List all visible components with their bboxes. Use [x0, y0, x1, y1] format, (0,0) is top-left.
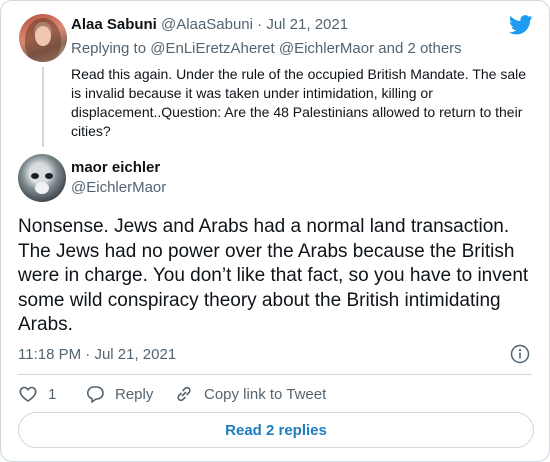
avatar-snout-shape — [35, 182, 49, 194]
replying-to-line: Replying to @EnLiEretzAheret @EichlerMao… — [71, 40, 462, 57]
like-button[interactable]: 1 — [18, 384, 56, 404]
parent-author-avatar[interactable] — [19, 14, 67, 62]
avatar-eye-shape — [31, 173, 39, 179]
main-author-avatar[interactable] — [18, 154, 66, 202]
tweet-time: 11:18 PM — [18, 346, 82, 363]
action-divider — [18, 374, 532, 375]
tweet-date: Jul 21, 2021 — [94, 346, 177, 363]
speech-bubble-icon — [86, 386, 104, 403]
main-author-name[interactable]: maor eichler — [71, 159, 160, 176]
main-tweet-text: Nonsense. Jews and Arabs had a normal la… — [18, 216, 529, 335]
parent-tweet-header: Alaa Sabuni @AlaaSabuni · Jul 21, 2021 — [71, 16, 348, 33]
thread-connector-line — [42, 67, 44, 147]
replying-to-users[interactable]: @EnLiEretzAheret @EichlerMaor and 2 othe… — [150, 40, 461, 57]
copy-link-label: Copy link to Tweet — [204, 385, 327, 403]
parent-tweet-date[interactable]: Jul 21, 2021 — [266, 16, 348, 33]
tweet-embed-card: Alaa Sabuni @AlaaSabuni · Jul 21, 2021 R… — [0, 0, 550, 462]
timestamp-separator: · — [85, 346, 91, 363]
parent-author-handle[interactable]: @AlaaSabuni — [161, 16, 253, 33]
like-count: 1 — [48, 385, 57, 403]
reply-label: Reply — [115, 385, 154, 403]
info-icon[interactable] — [510, 344, 530, 364]
header-separator: · — [257, 16, 263, 33]
tweet-timestamp[interactable]: 11:18 PM · Jul 21, 2021 — [18, 346, 176, 363]
read-replies-button[interactable]: Read 2 replies — [18, 412, 534, 448]
avatar-eye-shape — [45, 173, 53, 179]
twitter-bird-icon[interactable] — [509, 15, 533, 35]
link-icon — [177, 386, 191, 402]
reply-button[interactable]: Reply — [85, 384, 153, 404]
parent-author-name[interactable]: Alaa Sabuni — [71, 16, 157, 33]
copy-link-button[interactable]: Copy link to Tweet — [174, 384, 326, 404]
main-author-handle[interactable]: @EichlerMaor — [71, 179, 166, 196]
replying-prefix: Replying to — [71, 40, 147, 57]
heart-icon — [19, 386, 37, 402]
parent-tweet-text: Read this again. Under the rule of the o… — [71, 66, 527, 139]
avatar-face-shape — [35, 26, 51, 46]
